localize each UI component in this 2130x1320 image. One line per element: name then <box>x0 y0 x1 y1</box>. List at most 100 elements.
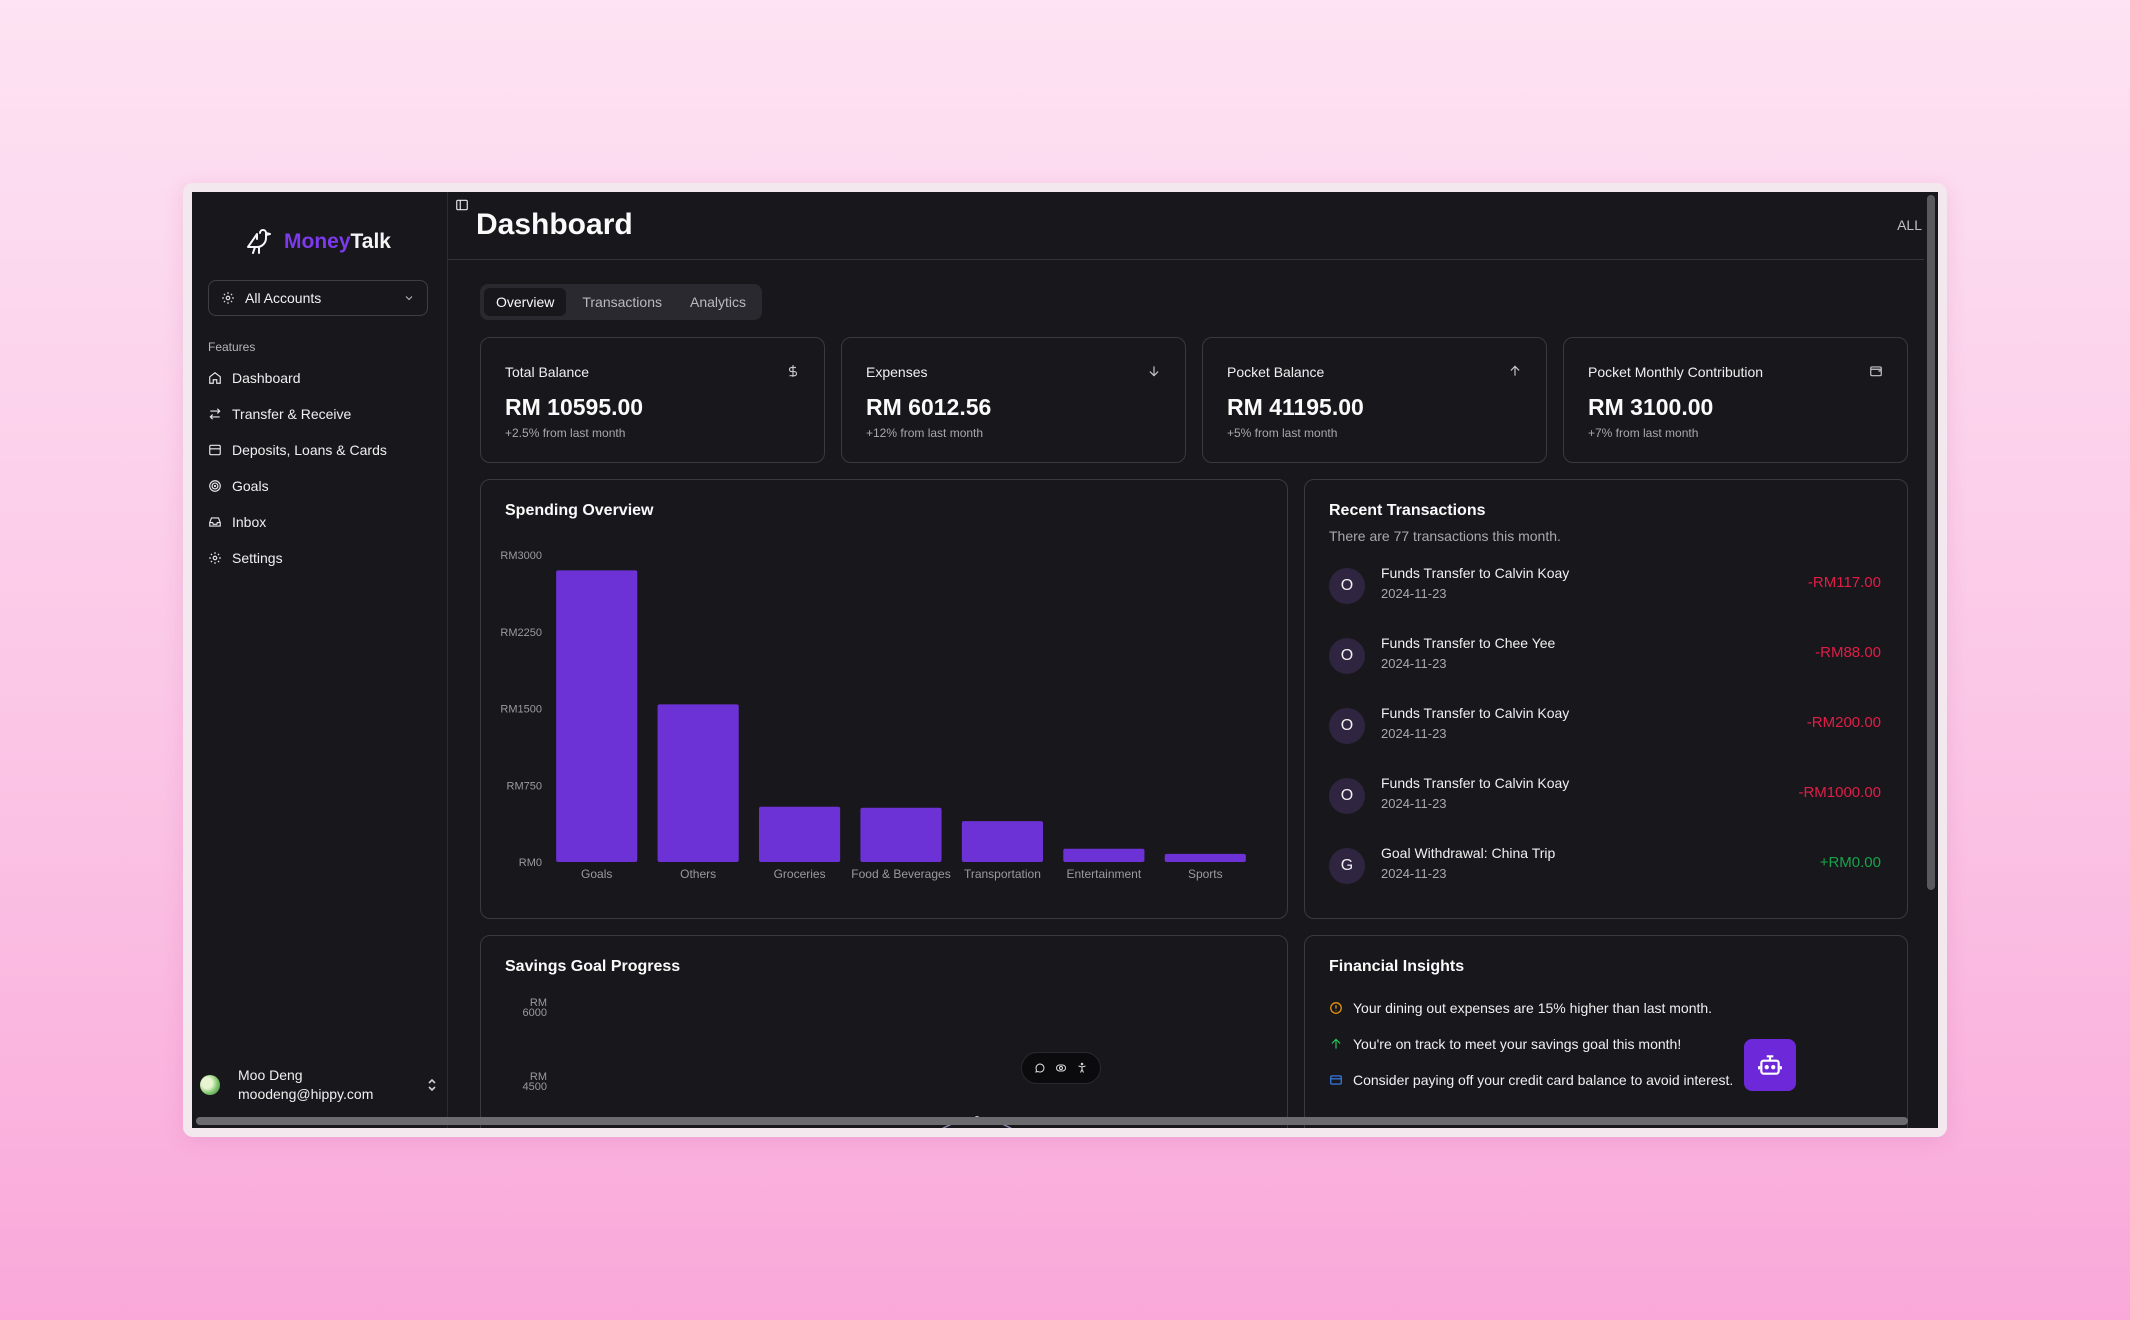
gear-icon <box>222 292 234 304</box>
scope-label[interactable]: ALL <box>1897 217 1922 233</box>
x-tick-label: Groceries <box>774 867 826 881</box>
arrow-up-icon <box>1510 365 1520 376</box>
x-tick-label: Goals <box>581 867 612 881</box>
tab-list: Overview Transactions Analytics <box>480 284 763 320</box>
transaction-row[interactable]: G Goal Withdrawal: China Trip 2024-11-23… <box>1329 844 1881 914</box>
sidebar-item-settings[interactable]: Settings <box>208 540 432 576</box>
savings-goal-title: Savings Goal Progress <box>505 958 681 975</box>
stat-card-pocket-balance: Pocket Balance RM 41195.00 +5% from last… <box>1202 337 1547 463</box>
bar[interactable] <box>961 821 1043 862</box>
recent-transactions-desc: There are 77 transactions this month. <box>1329 528 1561 544</box>
stat-label: Expenses <box>866 364 928 380</box>
transaction-avatar: O <box>1329 568 1365 604</box>
financial-insights-card: Financial Insights Your dining out expen… <box>1304 935 1908 1128</box>
user-email: moodeng@hippy.com <box>238 1086 374 1102</box>
transaction-amount: -RM1000.00 <box>1798 784 1881 801</box>
horizontal-scrollbar[interactable] <box>196 1117 1908 1125</box>
brand-logo[interactable]: MoneyTalk <box>244 226 391 258</box>
sidebar-item-inbox[interactable]: Inbox <box>208 504 432 540</box>
sidebar: MoneyTalk All Accounts Features Dashboar… <box>192 192 448 1128</box>
x-tick-label: Transportation <box>964 867 1041 881</box>
stat-change: +5% from last month <box>1227 426 1338 440</box>
sidebar-item-dashboard[interactable]: Dashboard <box>208 360 432 396</box>
stat-change: +12% from last month <box>866 426 984 440</box>
wallet-icon <box>1870 366 1882 377</box>
insight-text: Consider paying off your credit card bal… <box>1353 1072 1734 1088</box>
transaction-list: O Funds Transfer to Calvin Koay 2024-11-… <box>1329 564 1881 914</box>
bar[interactable] <box>1164 853 1246 862</box>
stat-value: RM 10595.00 <box>505 394 644 420</box>
financial-insights-title: Financial Insights <box>1329 958 1465 975</box>
bar[interactable] <box>1063 848 1145 862</box>
insight-text: You're on track to meet your savings goa… <box>1353 1036 1682 1052</box>
spending-overview-card: Spending Overview RM0 RM750 RM1500 RM2250 RM… <box>480 479 1288 919</box>
chatbot-button[interactable] <box>1744 1039 1796 1091</box>
transaction-row[interactable]: O Funds Transfer to Calvin Koay 2024-11-… <box>1329 774 1881 844</box>
user-name: Moo Deng <box>238 1067 303 1083</box>
tab-transactions[interactable]: Transactions <box>570 288 674 316</box>
transaction-name: Funds Transfer to Calvin Koay <box>1381 705 1570 721</box>
brand-name-part2: Talk <box>350 230 391 253</box>
sidebar-item-label: Transfer & Receive <box>232 406 352 422</box>
sidebar-item-transfer[interactable]: Transfer & Receive <box>208 396 432 432</box>
transaction-amount: -RM88.00 <box>1815 644 1881 661</box>
transaction-date: 2024-11-23 <box>1381 726 1447 741</box>
stat-label: Total Balance <box>505 364 590 380</box>
chat-bubble-icon[interactable] <box>1034 1062 1046 1074</box>
user-info: Moo Deng moodeng@hippy.com <box>238 1066 373 1104</box>
eye-toggle-icon[interactable] <box>1055 1062 1067 1074</box>
savings-ytick-value: 4500 <box>522 1081 547 1093</box>
transaction-date: 2024-11-23 <box>1381 586 1447 601</box>
features-label: Features <box>208 340 256 354</box>
inbox-icon <box>209 517 221 527</box>
spending-overview-title: Spending Overview <box>505 502 654 519</box>
transaction-info: Funds Transfer to Calvin Koay 2024-11-23 <box>1381 565 1569 603</box>
account-selector[interactable]: All Accounts <box>208 280 428 316</box>
transaction-amount: +RM0.00 <box>1819 854 1881 871</box>
transaction-date: 2024-11-23 <box>1381 656 1447 671</box>
bar[interactable] <box>556 570 638 862</box>
brand-name: MoneyTalk <box>284 230 391 254</box>
transaction-row[interactable]: O Funds Transfer to Calvin Koay 2024-11-… <box>1329 564 1881 634</box>
bird-logo-icon <box>247 229 271 254</box>
transaction-amount: -RM200.00 <box>1806 714 1881 731</box>
app-window: MoneyTalk All Accounts Features Dashboar… <box>192 192 1938 1128</box>
bar[interactable] <box>657 704 739 862</box>
transaction-name: Funds Transfer to Chee Yee <box>1381 635 1556 651</box>
bar[interactable] <box>860 807 942 862</box>
stat-change: +7% from last month <box>1588 426 1699 440</box>
sidebar-item-deposits[interactable]: Deposits, Loans & Cards <box>208 432 432 468</box>
home-icon <box>209 372 221 384</box>
stat-value: RM 41195.00 <box>1227 394 1364 420</box>
transaction-avatar: O <box>1329 638 1365 674</box>
vertical-scrollbar[interactable] <box>1927 195 1935 890</box>
avatar <box>200 1075 220 1095</box>
tab-overview[interactable]: Overview <box>484 288 567 316</box>
insight-item: Your dining out expenses are 15% higher … <box>1329 1000 1712 1016</box>
savings-ytick: RM 4500 <box>501 1072 547 1093</box>
stat-value: RM 3100.00 <box>1588 394 1714 420</box>
sidebar-nav: Dashboard Transfer & Receive Deposits, L… <box>208 360 432 576</box>
recent-transactions-card: Recent Transactions There are 77 transac… <box>1304 479 1908 919</box>
arrows-swap-icon <box>209 408 221 420</box>
sidebar-item-goals[interactable]: Goals <box>208 468 432 504</box>
credit-card-icon <box>1330 1075 1342 1085</box>
transaction-date: 2024-11-23 <box>1381 796 1447 811</box>
x-tick-label: Others <box>680 867 716 881</box>
x-tick-label: Food & Beverages <box>851 867 950 881</box>
transaction-row[interactable]: O Funds Transfer to Calvin Koay 2024-11-… <box>1329 704 1881 774</box>
x-tick-label: Sports <box>1188 867 1223 881</box>
accessibility-icon[interactable] <box>1076 1062 1088 1074</box>
transaction-info: Funds Transfer to Calvin Koay 2024-11-23 <box>1381 775 1569 813</box>
transaction-info: Goal Withdrawal: China Trip 2024-11-23 <box>1381 845 1555 883</box>
user-menu[interactable]: Moo Deng moodeng@hippy.com <box>200 1062 440 1108</box>
transaction-info: Funds Transfer to Chee Yee 2024-11-23 <box>1381 635 1555 673</box>
transaction-avatar: O <box>1329 778 1365 814</box>
dollar-icon <box>788 365 798 377</box>
x-tick-label: Entertainment <box>1066 867 1141 881</box>
sidebar-item-label: Settings <box>232 550 283 566</box>
dev-toolbar <box>1021 1052 1101 1084</box>
tab-analytics[interactable]: Analytics <box>678 288 758 316</box>
transaction-row[interactable]: O Funds Transfer to Chee Yee 2024-11-23 … <box>1329 634 1881 704</box>
bar[interactable] <box>759 806 841 862</box>
